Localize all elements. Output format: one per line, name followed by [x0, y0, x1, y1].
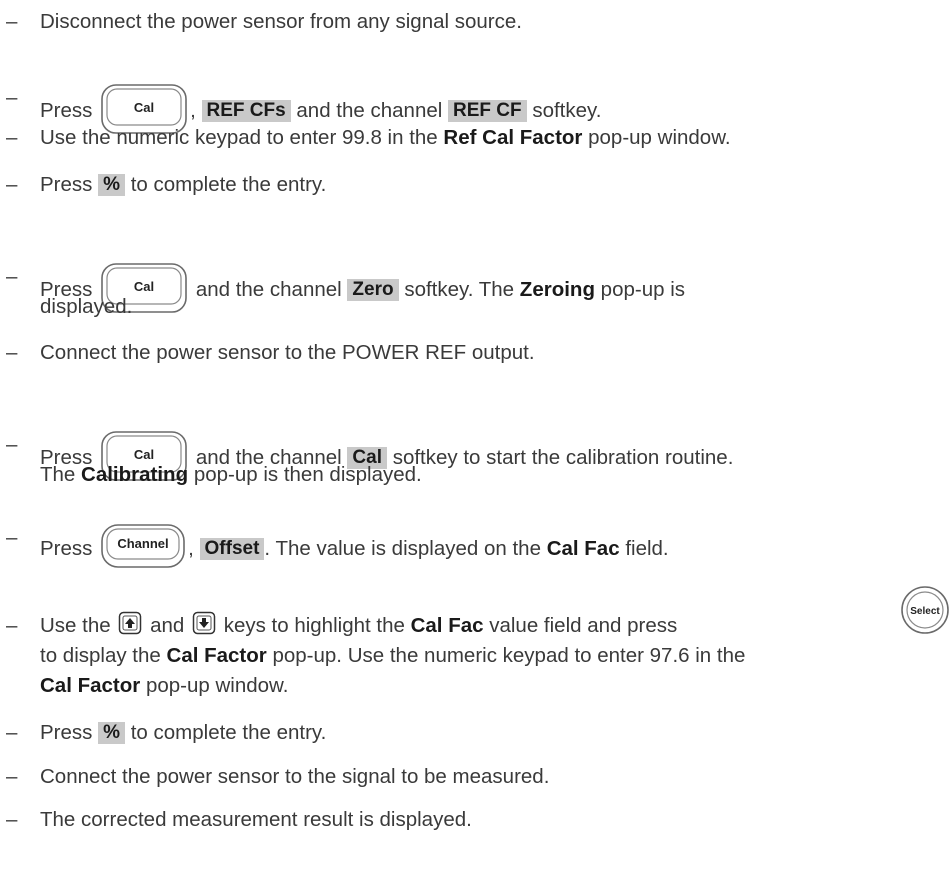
calibrating-label: Calibrating: [81, 463, 189, 486]
step-text: displayed.: [40, 295, 133, 318]
list-dash: –: [6, 765, 18, 788]
percent-softkey[interactable]: %: [98, 174, 126, 196]
channel-hardkey-icon: Channel: [100, 523, 186, 569]
list-dash: –: [6, 173, 18, 196]
cal-factor-label: Cal Factor: [166, 644, 267, 667]
select-hardkey-icon: Select: [900, 585, 950, 635]
offset-softkey[interactable]: Offset: [199, 538, 265, 560]
svg-text:Channel: Channel: [117, 536, 168, 551]
ref-cal-factor-label: Ref Cal Factor: [443, 126, 583, 149]
ref-cf-softkey[interactable]: REF CF: [448, 100, 527, 122]
step-text: Press % to complete the entry.: [40, 173, 327, 196]
list-dash: –: [6, 808, 18, 831]
cal-factor-label: Cal Factor: [40, 674, 141, 697]
list-dash: –: [6, 721, 18, 744]
list-dash: –: [6, 126, 18, 149]
step-text: Use the and keys to highlight the Cal Fa…: [40, 611, 944, 640]
step-text: Press % to complete the entry.: [40, 721, 327, 744]
up-arrow-key-icon: [118, 611, 142, 635]
step-text: Connect the power sensor to the signal t…: [40, 765, 550, 788]
svg-text:Cal: Cal: [134, 100, 154, 115]
step-text: Connect the power sensor to the POWER RE…: [40, 341, 535, 364]
step-text: Cal Factor pop-up window.: [40, 674, 289, 697]
step-text: The corrected measurement result is disp…: [40, 808, 472, 831]
step-text: Disconnect the power sensor from any sig…: [40, 10, 522, 33]
step-text: to display the Cal Factor pop-up. Use th…: [40, 644, 746, 667]
list-dash: –: [6, 433, 18, 456]
list-dash: –: [6, 86, 18, 109]
ref-cfs-softkey[interactable]: REF CFs: [201, 100, 291, 122]
svg-text:Select: Select: [910, 606, 940, 617]
step-text: The Calibrating pop-up is then displayed…: [40, 463, 422, 486]
list-dash: –: [6, 10, 18, 33]
list-dash: –: [6, 526, 18, 549]
list-dash: –: [6, 614, 18, 637]
down-arrow-key-icon: [192, 611, 216, 635]
procedure-page: – Disconnect the power sensor from any s…: [0, 0, 952, 887]
cal-fac-label: Cal Fac: [410, 614, 484, 637]
cal-fac-label: Cal Fac: [546, 537, 620, 560]
step-text: Press Channel , Offset. The value is dis…: [40, 523, 944, 569]
step-text: Use the numeric keypad to enter 99.8 in …: [40, 126, 731, 149]
list-dash: –: [6, 265, 18, 288]
list-dash: –: [6, 341, 18, 364]
percent-softkey[interactable]: %: [98, 722, 126, 744]
